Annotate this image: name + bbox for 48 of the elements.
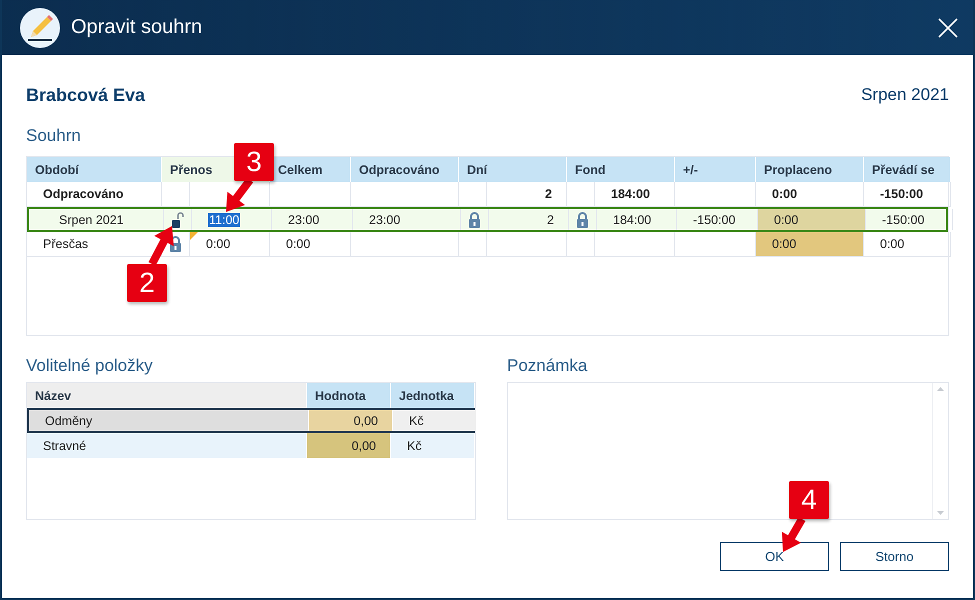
column-header: Odpracováno	[351, 157, 459, 182]
column-header: Název	[27, 383, 307, 408]
dialog-button[interactable]: OK	[720, 542, 829, 571]
table-cell: Kč	[393, 410, 477, 431]
table-cell	[459, 232, 487, 257]
section-title: Souhrn	[26, 126, 82, 147]
section-title: Volitelné položky	[26, 356, 154, 377]
table-cell[interactable]: 0:00	[758, 209, 866, 230]
table-cell: 184:00	[597, 209, 677, 230]
padlock-icon[interactable]	[468, 212, 481, 228]
column-header: Hodnota	[307, 383, 391, 408]
table-cell[interactable]: 0,00	[307, 433, 391, 458]
period-label: Srpen 2021	[861, 85, 949, 105]
callout-badge: 2	[127, 264, 167, 302]
callout-arrow	[148, 226, 174, 266]
column-header: Dní	[459, 157, 567, 182]
table-cell: 2	[489, 209, 569, 230]
table-row[interactable]: Stravné 0,00 Kč	[27, 433, 475, 458]
open-padlock-icon[interactable]	[171, 212, 184, 228]
section-title: Poznámka	[507, 356, 588, 377]
table-row[interactable]: Odměny 0,00 Kč	[27, 408, 475, 433]
column-header: Období	[27, 157, 162, 182]
employee-name: Brabcová Eva	[26, 84, 146, 106]
dialog-button[interactable]: Storno	[840, 542, 949, 571]
callout-badge: 3	[234, 143, 274, 181]
callout-arrow	[782, 517, 806, 552]
column-header: Fond	[567, 157, 675, 182]
column-header: Proplaceno	[756, 157, 864, 182]
table-cell: 23:00	[353, 209, 461, 230]
column-header: Převádí se	[864, 157, 951, 182]
table-cell: Kč	[391, 433, 475, 458]
table-cell: -150:00	[866, 209, 953, 230]
pencil-icon	[20, 8, 60, 48]
table-cell[interactable]: 0,00	[309, 410, 393, 431]
table-cell	[567, 232, 595, 257]
table-cell: 0:00	[864, 232, 951, 257]
table-cell[interactable]: 0:00	[756, 232, 864, 257]
table-cell: 0:00	[270, 232, 351, 257]
column-header: +/-	[675, 157, 756, 182]
column-header: Jednotka	[391, 383, 475, 408]
padlock-icon[interactable]	[576, 212, 589, 228]
column-header: Celkem	[270, 157, 351, 182]
window-title: Opravit souhrn	[71, 16, 204, 39]
callout-badge: 4	[789, 481, 829, 519]
table-cell: 23:00	[272, 209, 353, 230]
table-cell: Srpen 2021	[29, 209, 164, 230]
table-cell[interactable]: 11:00	[208, 212, 240, 226]
table-cell[interactable]: 0:00	[206, 237, 230, 251]
